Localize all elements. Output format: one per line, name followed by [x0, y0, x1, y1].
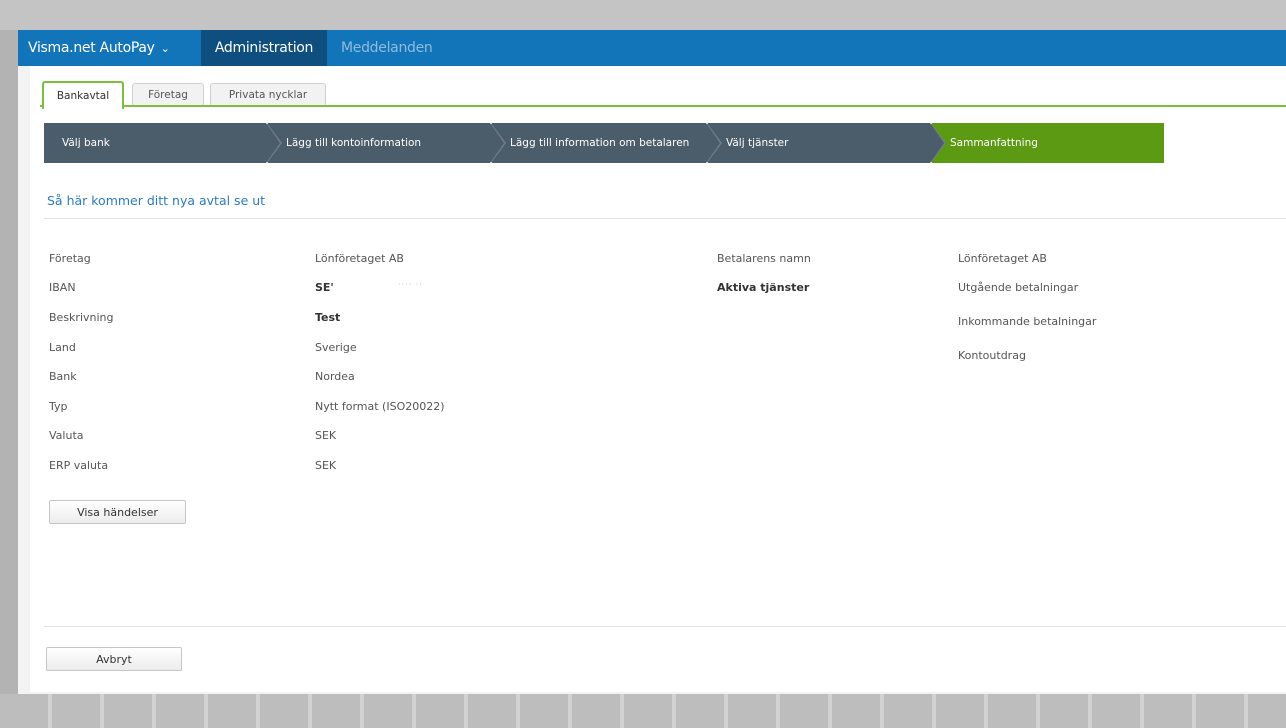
top-navigation-bar: Visma.net AutoPay ⌄ Administration Meddel…	[18, 30, 1286, 66]
step-arrow	[706, 123, 720, 163]
step-arrow	[490, 123, 504, 163]
wizard-step-sammanfattning[interactable]: Sammanfattning	[932, 123, 1164, 163]
value-valuta: SEK	[315, 429, 337, 442]
wizard-step-label: Lägg till kontoinformation	[286, 137, 422, 149]
wizard-step-label: Lägg till information om betalaren	[510, 137, 690, 149]
background-left	[0, 30, 18, 694]
service-utgaende: Utgående betalningar	[958, 281, 1079, 294]
value-iban: SE'	[315, 281, 334, 294]
service-kontoutdrag: Kontoutdrag	[958, 349, 1026, 362]
label-aktiva-tjanster: Aktiva tjänster	[717, 281, 810, 294]
label-beskrivning: Beskrivning	[49, 311, 114, 324]
value-erp-valuta: SEK	[315, 459, 337, 472]
tab-bankavtal[interactable]: Bankavtal	[42, 81, 124, 109]
label-typ: Typ	[49, 400, 68, 413]
footer-divider	[44, 626, 1286, 627]
label-erp-valuta: ERP valuta	[49, 459, 109, 472]
value-land: Sverige	[315, 341, 357, 354]
nav-administration[interactable]: Administration	[201, 30, 327, 66]
value-betalarens-namn: Lönföretaget AB	[958, 252, 1047, 265]
service-inkommande: Inkommande betalningar	[958, 315, 1097, 328]
iban-masked-digits: ···· ··	[398, 280, 423, 289]
background-top	[0, 0, 1286, 30]
tab-foretag[interactable]: Företag	[132, 83, 204, 107]
value-foretag: Lönföretaget AB	[315, 252, 404, 265]
value-typ: Nytt format (ISO20022)	[315, 400, 445, 413]
app-switcher[interactable]: Visma.net AutoPay ⌄	[28, 30, 170, 66]
wizard-step-valj-bank[interactable]: Välj bank	[44, 123, 282, 163]
label-bank: Bank	[49, 370, 77, 383]
label-iban: IBAN	[49, 281, 76, 294]
label-valuta: Valuta	[49, 429, 84, 442]
wizard-step-label: Sammanfattning	[950, 137, 1038, 149]
tab-privata-nycklar[interactable]: Privata nycklar	[210, 83, 326, 107]
chevron-down-icon: ⌄	[160, 42, 170, 55]
cancel-button[interactable]: Avbryt	[46, 647, 182, 671]
value-beskrivning: Test	[315, 311, 341, 324]
show-events-button[interactable]: Visa händelser	[49, 500, 186, 524]
wizard-step-label: Välj tjänster	[726, 137, 789, 149]
wizard-step-kontoinformation[interactable]: Lägg till kontoinformation	[268, 123, 506, 163]
wizard-steps: Välj bank Lägg till kontoinformation Läg…	[44, 123, 1164, 163]
wizard-step-betalaren[interactable]: Lägg till information om betalaren	[492, 123, 722, 163]
label-land: Land	[49, 341, 76, 354]
tab-underline	[40, 105, 1286, 107]
divider	[44, 218, 1286, 219]
label-betalarens-namn: Betalarens namn	[717, 252, 811, 265]
wizard-step-valj-tjanster[interactable]: Välj tjänster	[708, 123, 946, 163]
value-bank: Nordea	[315, 370, 355, 383]
step-arrow	[930, 123, 944, 163]
summary-title: Så här kommer ditt nya avtal se ut	[47, 193, 266, 208]
tab-bar: Bankavtal Företag Privata nycklar	[30, 66, 1286, 109]
background-bottom	[0, 694, 1286, 728]
wizard-step-label: Välj bank	[62, 137, 110, 149]
app-brand-label: Visma.net AutoPay	[28, 40, 155, 56]
main-content: Bankavtal Företag Privata nycklar Välj b…	[30, 66, 1286, 692]
label-foretag: Företag	[49, 252, 91, 265]
app-window: Visma.net AutoPay ⌄ Administration Meddel…	[18, 30, 1286, 694]
step-arrow	[266, 123, 280, 163]
nav-messages[interactable]: Meddelanden	[341, 30, 433, 66]
